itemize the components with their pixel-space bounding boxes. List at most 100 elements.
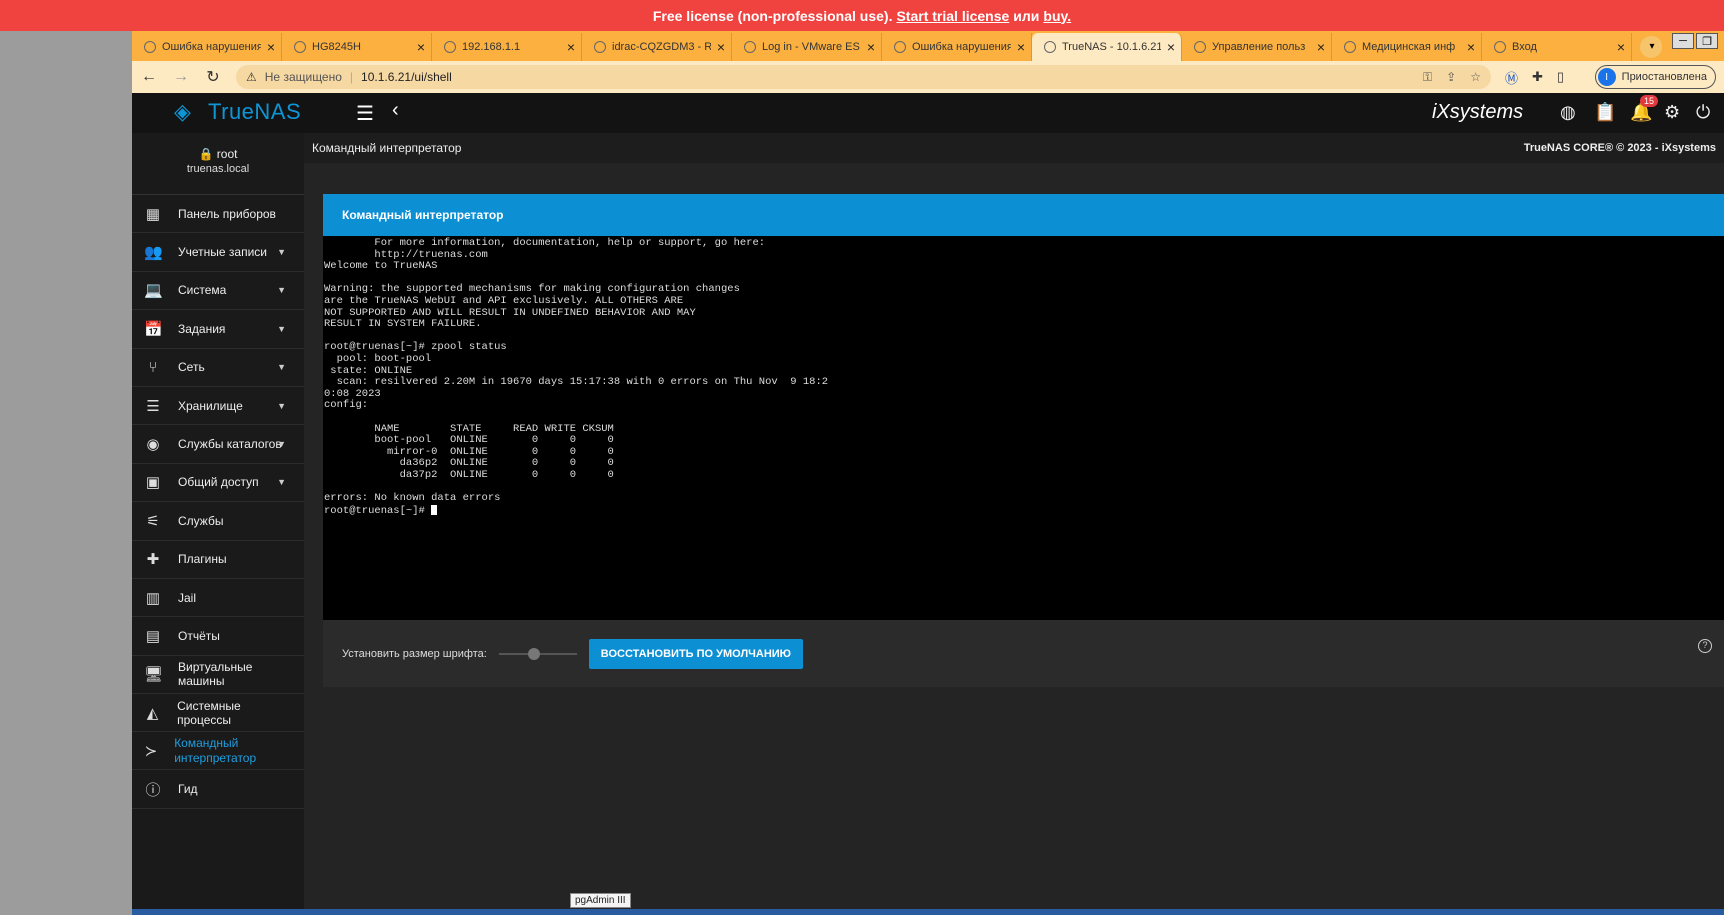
- buy-link[interactable]: buy.: [1043, 8, 1071, 24]
- tab-favicon-icon: [144, 41, 156, 53]
- truenas-logo[interactable]: ◈ TrueNAS: [174, 99, 301, 125]
- tab-close-icon[interactable]: ×: [717, 39, 725, 55]
- sidebar-item[interactable]: ≻ Командный интерпретатор: [132, 732, 304, 771]
- tab-close-icon[interactable]: ×: [1017, 39, 1025, 55]
- tasks-clipboard-icon[interactable]: 📋: [1594, 102, 1616, 123]
- tab-title: Управление польз: [1212, 41, 1306, 53]
- font-size-label: Установить размер шрифта:: [342, 647, 487, 660]
- sidebar-item[interactable]: ◭ Системные процессы: [132, 694, 304, 733]
- power-icon[interactable]: ⏻: [1696, 102, 1710, 123]
- storage-icon: ☰: [146, 397, 160, 415]
- url-text[interactable]: 10.1.6.21/ui/shell: [361, 70, 452, 84]
- tab-close-icon[interactable]: ×: [267, 39, 275, 55]
- omnibox[interactable]: ⚠ Не защищено | 10.1.6.21/ui/shell ⚿ ⇪ ☆: [236, 65, 1491, 89]
- browser-tab[interactable]: Вход ×: [1482, 33, 1632, 61]
- expand-arrow-icon: ▼: [277, 477, 286, 488]
- tab-list: Ошибка нарушения ко × HG8245H × 192.168.1.1 ×…: [132, 31, 1632, 61]
- extension-m-icon[interactable]: Ⓜ: [1505, 68, 1518, 87]
- sidebar-item-label: Учетные записи: [178, 245, 267, 260]
- expand-arrow-icon: ▼: [277, 400, 286, 411]
- extensions-puzzle-icon[interactable]: ✚: [1532, 69, 1543, 85]
- expand-arrow-icon: ▼: [277, 247, 286, 258]
- browser-tab[interactable]: Ошибка нарушения ко ×: [882, 33, 1032, 61]
- warning-icon: ⚠: [246, 70, 257, 84]
- username: root: [216, 147, 238, 161]
- start-trial-link[interactable]: Start trial license: [896, 8, 1009, 24]
- terminal[interactable]: For more information, documentation, hel…: [323, 236, 1724, 620]
- collapse-chevron-icon[interactable]: ‹: [392, 99, 399, 122]
- chart-icon: ▤: [145, 627, 161, 645]
- tab-search-button[interactable]: ▾: [1642, 36, 1662, 56]
- tab-close-icon[interactable]: ×: [567, 39, 575, 55]
- browser-tab[interactable]: Медицинская инф ×: [1332, 33, 1482, 61]
- terminal-prompt: root@truenas[~]#: [324, 504, 432, 517]
- share-icon: ▣: [145, 474, 161, 492]
- browser-tab[interactable]: HG8245H ×: [282, 33, 432, 61]
- info-icon: ⓘ: [145, 781, 161, 799]
- desktop-background: [0, 31, 132, 915]
- font-size-row: Установить размер шрифта: ВОССТАНОВИТЬ П…: [323, 620, 1724, 687]
- sidebar-item[interactable]: 📅 Задания ▼: [132, 310, 304, 349]
- profile-button[interactable]: I Приостановлена: [1594, 65, 1716, 89]
- truenas-topbar: ◈ TrueNAS ☰ ‹ iXsystems ◍ 📋 🔔 15 ⚙ ⏻: [132, 93, 1724, 133]
- sidebar-item-label: Виртуальные машины: [178, 660, 253, 689]
- tab-title: 192.168.1.1: [462, 41, 521, 53]
- settings-gear-icon[interactable]: ⚙: [1664, 102, 1680, 123]
- sidebar-item[interactable]: 👥 Учетные записи ▼: [132, 233, 304, 272]
- side-panel-icon[interactable]: ▯: [1557, 69, 1564, 85]
- sidebar-item[interactable]: ⚟ Службы: [132, 502, 304, 541]
- menu-icon[interactable]: ☰: [356, 101, 374, 126]
- back-icon[interactable]: ←: [140, 68, 158, 86]
- bookmark-star-icon[interactable]: ☆: [1470, 70, 1481, 85]
- sidebar-item[interactable]: ⑂ Сеть ▼: [132, 349, 304, 387]
- sidebar-item-label: Командный интерпретатор: [174, 735, 257, 765]
- sidebar-item-label: Панель приборов: [178, 206, 276, 221]
- sidebar-item[interactable]: ◉ Службы каталогов ▼: [132, 425, 304, 464]
- help-icon[interactable]: ?: [1698, 639, 1712, 653]
- minimize-button[interactable]: ─: [1672, 33, 1694, 49]
- forward-icon[interactable]: →: [172, 68, 190, 86]
- sidebar-item-label: Плагины: [178, 552, 227, 567]
- sidebar-item[interactable]: ▥ Jail: [132, 579, 304, 618]
- sidebar-item[interactable]: 💻 Система ▼: [132, 272, 304, 311]
- maximize-button[interactable]: ❐: [1696, 33, 1718, 49]
- truecommand-icon[interactable]: ◍: [1560, 102, 1576, 123]
- share-icon[interactable]: ⇪: [1446, 70, 1456, 85]
- reset-default-button[interactable]: ВОССТАНОВИТЬ ПО УМОЛЧАНИЮ: [588, 638, 804, 669]
- page-title: Командный интерпретатор: [312, 141, 462, 155]
- sidebar-item[interactable]: ▤ Отчёты: [132, 617, 304, 656]
- sidebar-item[interactable]: ▣ Общий доступ ▼: [132, 464, 304, 503]
- browser-tab[interactable]: Управление польз ×: [1182, 33, 1332, 61]
- tab-close-icon[interactable]: ×: [1617, 39, 1625, 55]
- browser-tab[interactable]: 192.168.1.1 ×: [432, 33, 582, 61]
- sidebar-item[interactable]: ✚ Плагины: [132, 541, 304, 579]
- font-size-slider[interactable]: [498, 647, 577, 660]
- tab-title: Ошибка нарушения ко: [162, 41, 261, 53]
- browser-tab[interactable]: idrac-CQZGDM3 - R ×: [582, 33, 732, 61]
- tab-close-icon[interactable]: ×: [1467, 39, 1475, 55]
- browser-tab[interactable]: Ошибка нарушения ко ×: [132, 33, 282, 61]
- browser-tab[interactable]: Log in - VMware ES ×: [732, 33, 882, 61]
- truenas-logo-text: TrueNAS: [208, 99, 302, 124]
- tab-close-icon[interactable]: ×: [1317, 39, 1325, 55]
- sidebar-item[interactable]: ▦ Панель приборов: [132, 195, 304, 234]
- user-info: 🔒 root truenas.local: [132, 133, 304, 195]
- terminal-output: For more information, documentation, hel…: [324, 237, 829, 505]
- tab-close-icon[interactable]: ×: [417, 39, 425, 55]
- font-size-slider-knob[interactable]: [527, 647, 540, 660]
- browser-tab[interactable]: TrueNAS - 10.1.6.21 ×: [1032, 33, 1182, 61]
- reload-icon[interactable]: ↻: [204, 67, 222, 87]
- ixsystems-logo[interactable]: iXsystems: [1432, 101, 1523, 124]
- sidebar-item[interactable]: ⓘ Гид: [132, 770, 304, 809]
- sidebar-item-label: Службы: [178, 513, 224, 528]
- tab-close-icon[interactable]: ×: [1167, 39, 1175, 55]
- directory-icon: ◉: [146, 436, 160, 454]
- sidebar-item[interactable]: 🖥 Виртуальные машины: [132, 656, 304, 695]
- sidebar: 🔒 root truenas.local ▦ Панель приборов 👥 Уч…: [132, 133, 304, 915]
- sidebar-item[interactable]: ☰ Хранилище ▼: [132, 387, 304, 426]
- tab-title: Вход: [1512, 41, 1537, 53]
- hostname: truenas.local: [186, 163, 250, 175]
- key-icon[interactable]: ⚿: [1423, 70, 1432, 85]
- process-icon: ◭: [146, 704, 159, 722]
- tab-close-icon[interactable]: ×: [867, 39, 875, 55]
